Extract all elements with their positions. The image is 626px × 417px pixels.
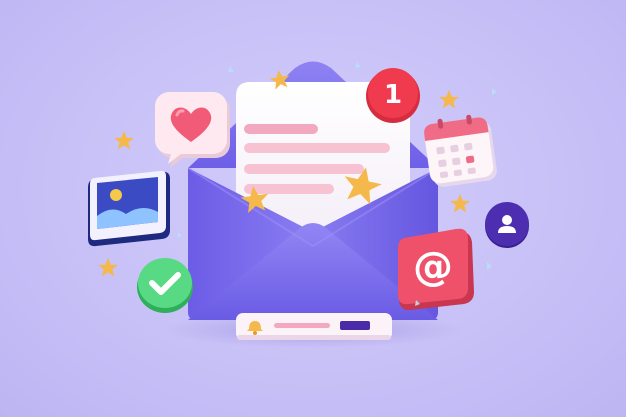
letter-line xyxy=(244,184,334,194)
heart-chat-icon xyxy=(155,92,230,168)
checkmark-icon xyxy=(137,258,193,313)
letter-line xyxy=(244,164,364,174)
user-icon xyxy=(485,202,529,248)
at-sign-icon: @ xyxy=(413,244,453,290)
notification-badge: 1 xyxy=(366,68,420,123)
calendar-icon xyxy=(424,114,497,187)
letter-line xyxy=(244,124,318,134)
at-sign-tile: @ xyxy=(398,228,474,311)
letter-line xyxy=(244,143,390,153)
bell-input-bar xyxy=(236,313,392,340)
image-icon xyxy=(88,170,170,247)
email-notification-illustration: 1 @ xyxy=(0,0,626,417)
notification-count: 1 xyxy=(384,80,402,110)
